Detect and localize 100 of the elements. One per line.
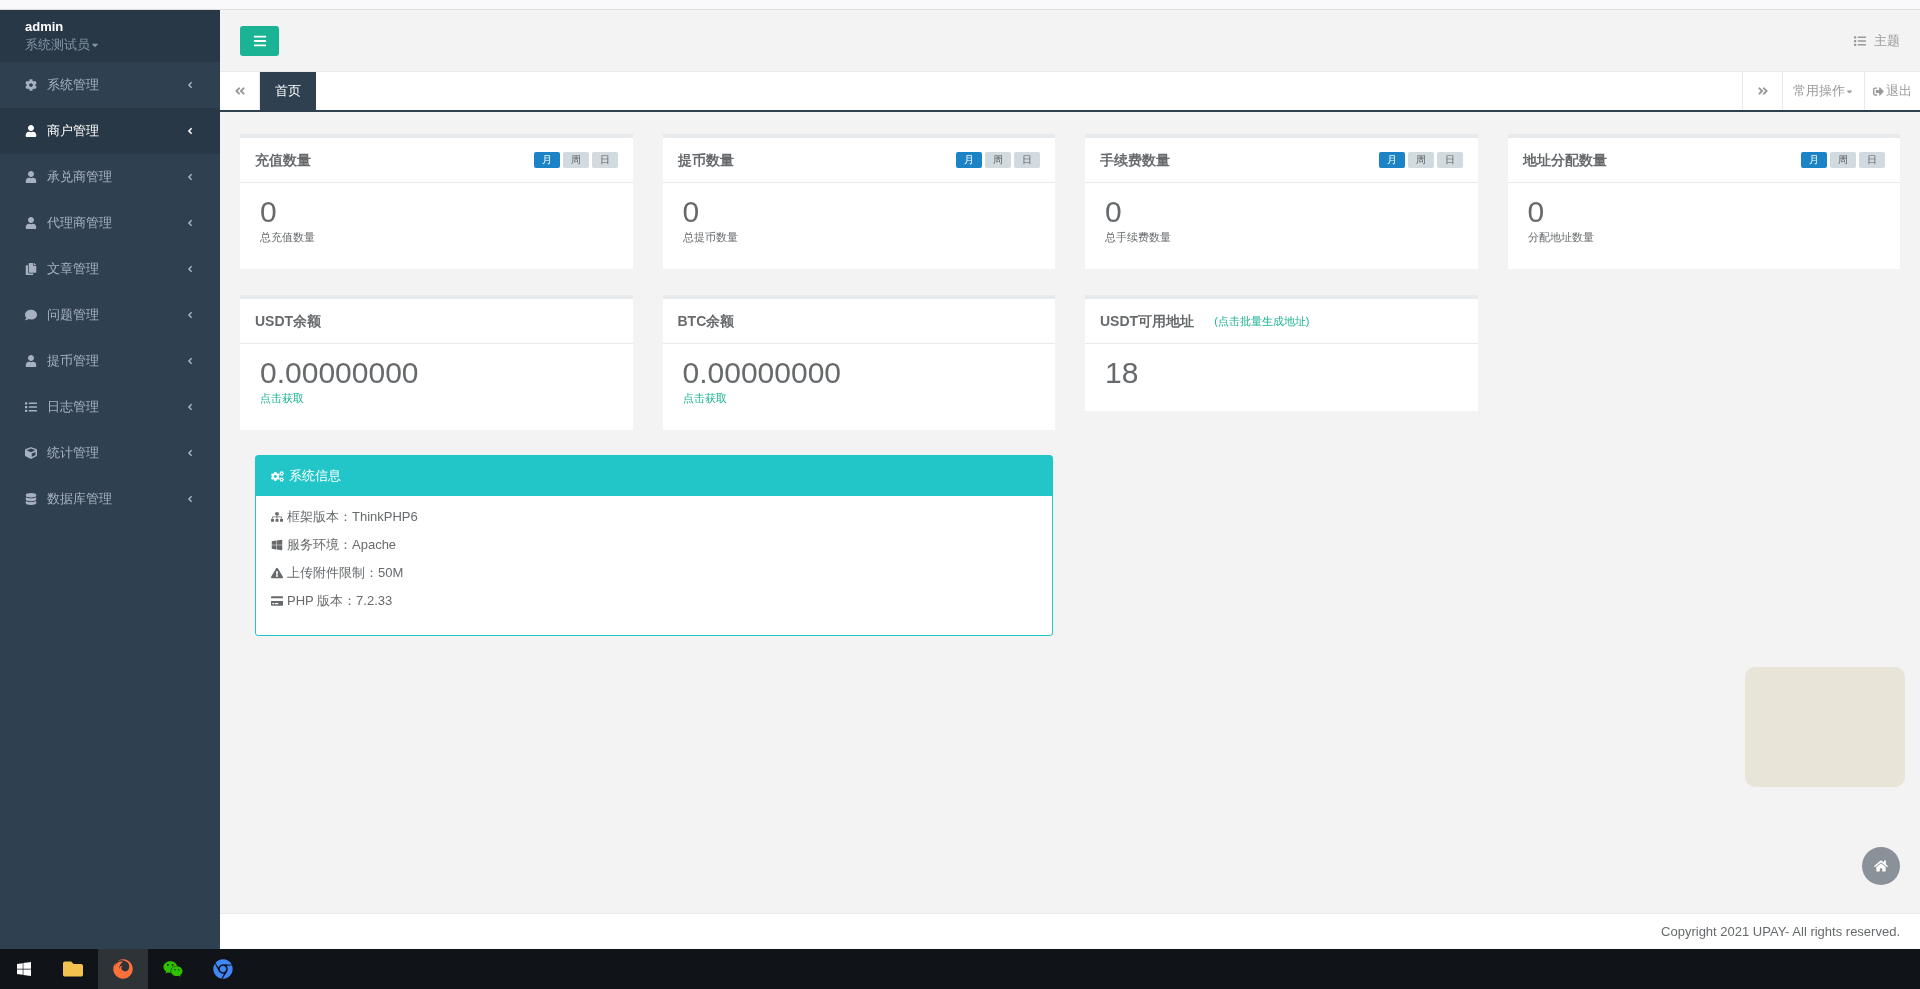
sidebar-label: 问题管理 (47, 306, 100, 325)
sidebar-item[interactable]: 问题管理 (0, 292, 220, 338)
menu-button[interactable] (240, 25, 279, 56)
chat-icon (163, 959, 183, 979)
panel-title: 系统信息 (289, 467, 341, 486)
user-icon (25, 217, 37, 229)
info-text: PHP 版本：7.2.33 (287, 592, 393, 611)
common-ops-dropdown[interactable]: 常用操作 (1782, 72, 1864, 110)
windows-icon (271, 539, 283, 551)
sidebar-label: 商户管理 (47, 122, 100, 141)
user-role-dropdown[interactable]: 系统测试员 (25, 36, 195, 54)
period-toggle[interactable]: 日 (1014, 152, 1040, 168)
period-toggle[interactable]: 月 (1801, 152, 1827, 168)
logout-icon (1873, 85, 1884, 97)
logout-button[interactable]: 退出 (1864, 72, 1920, 110)
sidebar-label: 日志管理 (47, 398, 100, 417)
cube-icon (25, 447, 37, 459)
generate-addresses-link[interactable]: (点击批量生成地址) (1214, 312, 1310, 330)
sidebar-label: 提币管理 (47, 352, 100, 371)
period-toggle[interactable]: 日 (591, 152, 618, 168)
sidebar-label: 承兑商管理 (47, 168, 113, 187)
period-toggle[interactable]: 周 (985, 152, 1011, 168)
database-icon (25, 493, 37, 505)
gears-icon (271, 469, 284, 483)
fetch-link[interactable]: 点击获取 (682, 390, 727, 407)
card-title: 手续费数量 (1100, 150, 1170, 170)
sidebar-item[interactable]: 代理商管理 (0, 200, 220, 246)
period-toggle[interactable]: 日 (1859, 152, 1885, 168)
period-toggle[interactable]: 月 (533, 152, 560, 168)
sidebar-item[interactable]: 统计管理 (0, 430, 220, 476)
stat-caption: 总充值数量 (260, 230, 316, 245)
sidebar-item[interactable]: 文章管理 (0, 246, 220, 292)
card-title: 地址分配数量 (1522, 150, 1607, 170)
card-title: USDT可用地址 (1100, 311, 1195, 331)
windows-icon (16, 961, 32, 977)
firefox-icon (113, 959, 133, 979)
chevron-left-icon (185, 218, 195, 228)
user-icon (25, 125, 37, 137)
card-title: 充值数量 (255, 150, 311, 170)
fetch-link[interactable]: 点击获取 (260, 390, 304, 407)
user-icon (25, 171, 37, 183)
card-title: BTC余额 (677, 311, 735, 331)
sidebar-item[interactable]: 数据库管理 (0, 476, 220, 522)
sidebar-label: 系统管理 (47, 76, 100, 95)
period-toggle[interactable]: 日 (1436, 152, 1463, 168)
folder-icon (63, 959, 83, 979)
sitemap-icon (271, 511, 283, 523)
sidebar-label: 文章管理 (47, 260, 100, 279)
chevron-left-icon (185, 172, 195, 182)
double-left-icon (233, 85, 246, 97)
stat-caption: 总手续费数量 (1105, 230, 1172, 245)
chevron-left-icon (185, 126, 195, 136)
menu-icon (252, 33, 267, 48)
chevron-left-icon (185, 402, 195, 412)
chevron-left-icon (185, 80, 195, 90)
sidebar-item[interactable]: 日志管理 (0, 384, 220, 430)
copyright-text: Copyright 2021 UPAY- All rights reserved. (1661, 922, 1900, 941)
info-text: 服务环境：Apache (287, 536, 397, 555)
taskbar-app[interactable] (98, 949, 148, 989)
info-text: 上传附件限制：50M (287, 564, 404, 583)
chevron-left-icon (185, 448, 195, 458)
home-button[interactable] (1862, 847, 1900, 885)
balance-value: 0.00000000 (682, 356, 842, 390)
chrome-icon (213, 959, 233, 979)
chevron-left-icon (185, 494, 195, 504)
stat-caption: 总提币数量 (682, 230, 739, 245)
period-toggle[interactable]: 周 (562, 152, 589, 168)
sidebar-item[interactable]: 承兑商管理 (0, 154, 220, 200)
stat-value: 0 (682, 195, 701, 229)
period-toggle[interactable]: 周 (1830, 152, 1856, 168)
warning-icon (271, 567, 283, 579)
gear-icon (25, 79, 37, 91)
card-title: 提币数量 (677, 150, 734, 170)
chevron-left-icon (185, 264, 195, 274)
sidebar-label: 数据库管理 (47, 490, 113, 509)
chevron-left-icon (185, 356, 195, 366)
user-icon (25, 355, 37, 367)
page-tab[interactable]: 首页 (260, 72, 316, 110)
stat-value: 0 (260, 195, 278, 229)
chevron-left-icon (185, 310, 195, 320)
double-right-icon (1756, 85, 1769, 97)
card-title: USDT余额 (255, 311, 322, 331)
user-name: admin (25, 18, 65, 36)
home-icon (1874, 859, 1888, 873)
period-toggle[interactable]: 月 (1378, 152, 1405, 168)
sidebar-item[interactable]: 商户管理 (0, 108, 220, 154)
stat-value: 0 (1105, 195, 1123, 229)
comment-icon (25, 309, 37, 321)
period-toggle[interactable]: 月 (956, 152, 982, 168)
sidebar-item[interactable]: 系统管理 (0, 62, 220, 108)
copy-icon (25, 263, 37, 275)
balance-value: 0.00000000 (260, 356, 420, 390)
balance-value: 18 (1105, 356, 1140, 390)
theme-button[interactable]: 主题 (1854, 30, 1900, 51)
period-toggle[interactable]: 周 (1407, 152, 1434, 168)
sidebar-item[interactable]: 提币管理 (0, 338, 220, 384)
list-icon (25, 401, 37, 413)
stat-caption: 分配地址数量 (1527, 230, 1595, 245)
list-icon (1854, 34, 1866, 47)
sidebar-label: 代理商管理 (47, 214, 113, 233)
